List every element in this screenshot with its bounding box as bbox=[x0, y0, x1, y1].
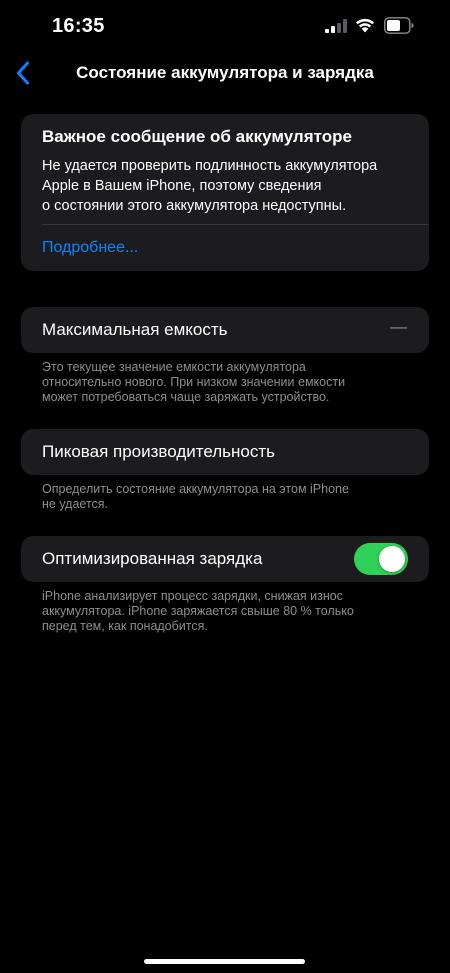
message-body-line: о состоянии этого аккумулятора недоступн… bbox=[42, 198, 347, 214]
message-body-line: Не удается проверить подлинность аккумул… bbox=[42, 158, 378, 174]
max-capacity-row: Максимальная емкость — bbox=[21, 307, 429, 353]
footnote-line: перед тем, как понадобится. bbox=[42, 619, 208, 633]
home-indicator[interactable] bbox=[144, 959, 305, 964]
wifi-icon bbox=[356, 18, 374, 33]
battery-health-screen: 16:35 Состояние аккумулятора и зарядка В… bbox=[0, 0, 450, 973]
optimized-charging-row: Оптимизированная зарядка bbox=[21, 536, 429, 582]
page-title: Состояние аккумулятора и зарядка bbox=[76, 63, 374, 82]
footnote-line: не удается. bbox=[42, 497, 109, 511]
optimized-charging-toggle[interactable] bbox=[354, 543, 408, 575]
footnote-line: Определить состояние аккумулятора на это… bbox=[42, 482, 349, 496]
footnote-line: iPhone анализирует процесс зарядки, сниж… bbox=[42, 589, 343, 603]
peak-performance-footnote: Определить состояние аккумулятора на это… bbox=[42, 482, 422, 512]
peak-performance-label: Пиковая производительность bbox=[42, 442, 276, 461]
max-capacity-footnote: Это текущее значение емкости аккумулятор… bbox=[42, 360, 422, 405]
battery-message-card: Важное сообщение об аккумуляторе Не удае… bbox=[21, 114, 429, 271]
footnote-line: Это текущее значение емкости аккумулятор… bbox=[42, 360, 306, 374]
footnote-line: аккумулятора. iPhone заряжается свыше 80… bbox=[42, 604, 354, 618]
divider bbox=[42, 224, 429, 225]
message-body: Не удается проверить подлинность аккумул… bbox=[42, 156, 422, 216]
cellular-signal-icon bbox=[325, 19, 347, 33]
footnote-line: относительно нового. При низком значении… bbox=[42, 375, 346, 389]
optimized-charging-footnote: iPhone анализирует процесс зарядки, сниж… bbox=[42, 589, 422, 634]
optimized-charging-label: Оптимизированная зарядка bbox=[42, 549, 263, 568]
max-capacity-label: Максимальная емкость bbox=[42, 320, 228, 339]
learn-more-link[interactable]: Подробнее... bbox=[42, 239, 138, 257]
status-time: 16:35 bbox=[52, 15, 105, 37]
footnote-line: может потребоваться чаще заряжать устрой… bbox=[42, 390, 330, 404]
toggle-knob bbox=[379, 546, 405, 572]
battery-icon bbox=[384, 17, 414, 34]
navigation-bar: Состояние аккумулятора и зарядка bbox=[0, 54, 450, 94]
message-title: Важное сообщение об аккумуляторе bbox=[42, 127, 352, 146]
max-capacity-value: — bbox=[390, 317, 407, 336]
message-body-line: Apple в Вашем iPhone, поэтому сведения bbox=[42, 178, 322, 194]
peak-performance-row: Пиковая производительность bbox=[21, 429, 429, 475]
status-bar: 16:35 bbox=[0, 0, 450, 54]
